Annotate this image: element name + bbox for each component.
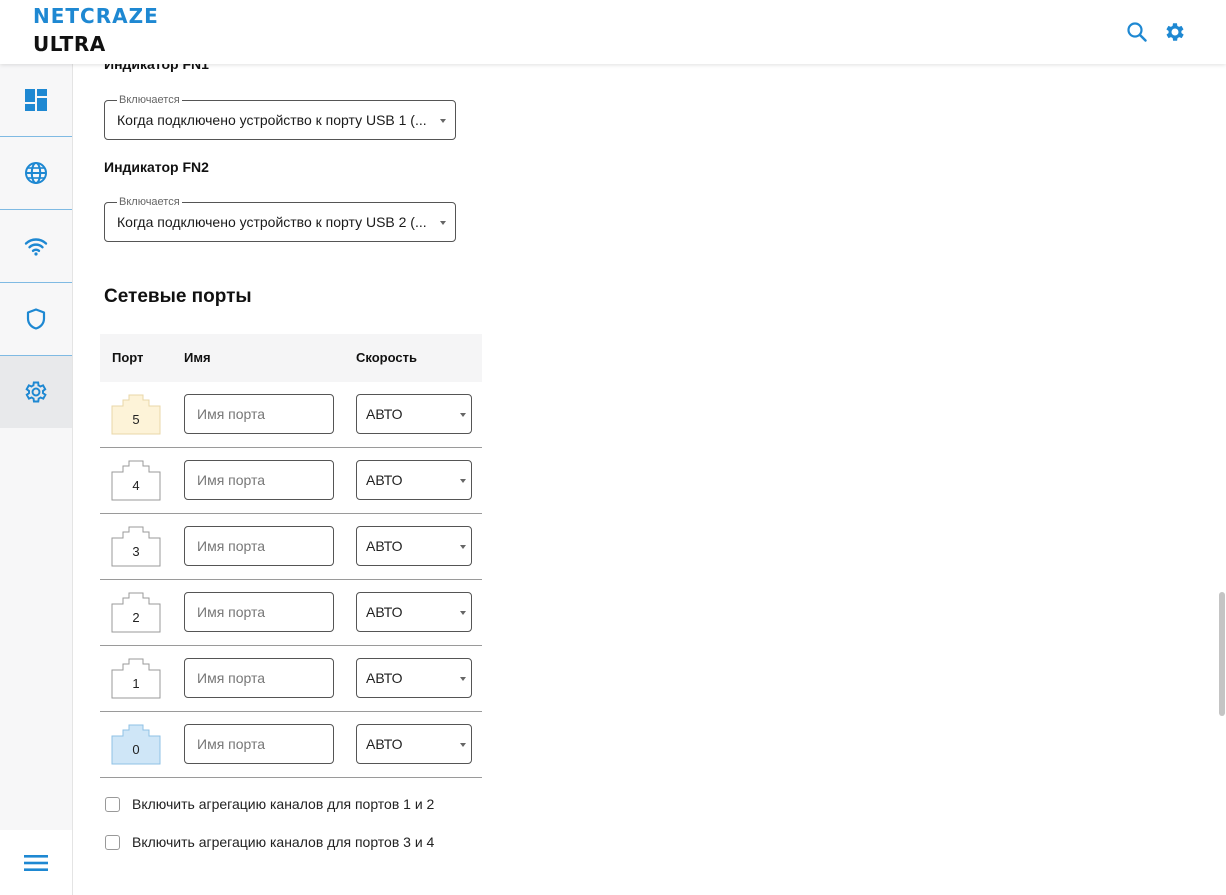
checkbox[interactable] [105,835,120,850]
chevron-down-icon [460,611,466,615]
port-name-input[interactable] [184,724,334,764]
table-header: Порт Имя Скорость [100,334,482,382]
port-speed-value: АВТО [366,472,403,488]
sidebar-item-settings[interactable] [0,356,72,428]
port-speed-select[interactable]: АВТО [356,460,472,500]
sidebar [0,64,73,895]
checkbox-label: Включить агрегацию каналов для портов 1 … [132,796,435,812]
brand-logo[interactable]: NETCRAZE ULTRA [33,4,213,60]
table-row: 2 АВТО [100,580,482,646]
port-number: 3 [132,544,140,559]
checkbox[interactable] [105,797,120,812]
port-speed-value: АВТО [366,736,403,752]
chevron-down-icon [440,221,446,225]
port-speed-value: АВТО [366,604,403,620]
chevron-down-icon [460,677,466,681]
fn2-value: Когда подключено устройство к порту USB … [117,214,427,230]
port-name-input[interactable] [184,592,334,632]
dashboard-icon [25,89,47,111]
table-row: 5 АВТО [100,382,482,448]
table-row: 3 АВТО [100,514,482,580]
port-speed-value: АВТО [366,670,403,686]
port-number: 5 [132,412,140,427]
checkbox-label: Включить агрегацию каналов для портов 3 … [132,834,435,850]
port-speed-select[interactable]: АВТО [356,526,472,566]
fn1-legend: Включается [117,94,182,106]
sidebar-item-wifi[interactable] [0,210,72,282]
sidebar-item-security[interactable] [0,283,72,355]
fn2-select[interactable]: Включается Когда подключено устройство к… [104,196,456,242]
fn1-value: Когда подключено устройство к порту USB … [117,112,427,128]
port-speed-select[interactable]: АВТО [356,724,472,764]
chevron-down-icon [460,413,466,417]
fn1-select[interactable]: Включается Когда подключено устройство к… [104,94,456,140]
port-number: 1 [132,676,140,691]
brand-line1: NETCRAZE [33,4,159,28]
scrollbar-track[interactable] [1217,64,1226,895]
main-content: Индикатор FN1 Включается Когда подключен… [73,64,1217,895]
menu-icon [24,854,48,871]
table-row: 4 АВТО [100,448,482,514]
port-speed-select[interactable]: АВТО [356,592,472,632]
fn1-title: Индикатор FN1 [104,64,209,72]
chevron-down-icon [440,119,446,123]
port-speed-value: АВТО [366,406,403,422]
chevron-down-icon [460,743,466,747]
gear-icon [25,381,47,403]
port-name-input[interactable] [184,394,334,434]
column-header-name: Имя [184,350,211,365]
column-header-port: Порт [112,350,144,365]
gear-icon[interactable] [1163,20,1187,44]
section-title-network-ports: Сетевые порты [104,286,252,307]
chevron-down-icon [460,545,466,549]
shield-icon [26,308,46,330]
brand-line2: ULTRA [33,32,106,56]
search-icon[interactable] [1125,20,1149,44]
port-name-input[interactable] [184,658,334,698]
wifi-icon [24,238,48,256]
port-number: 0 [132,742,140,757]
scrollbar-thumb[interactable] [1219,592,1225,716]
fn2-title: Индикатор FN2 [104,159,209,175]
column-header-speed: Скорость [356,350,417,365]
top-header: NETCRAZE ULTRA [0,0,1226,64]
sidebar-item-dashboard[interactable] [0,64,72,136]
port-name-input[interactable] [184,460,334,500]
table-row: 1 АВТО [100,646,482,712]
table-row: 0 АВТО [100,712,482,778]
port-speed-value: АВТО [366,538,403,554]
chevron-down-icon [460,479,466,483]
fn2-legend: Включается [117,196,182,208]
port-speed-select[interactable]: АВТО [356,394,472,434]
port-number: 2 [132,610,140,625]
port-name-input[interactable] [184,526,334,566]
ports-table: Порт Имя Скорость 5 АВТО 4 АВТО 3 АВТО 2 АВТО 1 А… [100,334,482,778]
port-speed-select[interactable]: АВТО [356,658,472,698]
globe-icon [25,162,47,184]
sidebar-menu-toggle[interactable] [0,830,72,895]
sidebar-item-internet[interactable] [0,137,72,209]
port-number: 4 [132,478,140,493]
